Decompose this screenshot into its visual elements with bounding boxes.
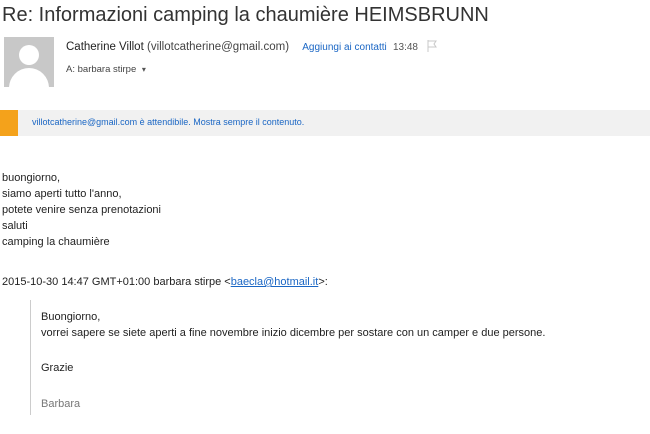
email-body: buongiorno, siamo aperti tutto l'anno, p… bbox=[2, 170, 161, 250]
quoted-message: Buongiorno, vorrei sapere se siete apert… bbox=[30, 300, 631, 415]
recipient-name[interactable]: barbara stirpe bbox=[78, 64, 137, 75]
flag-icon[interactable] bbox=[427, 40, 438, 52]
quote-header: 2015-10-30 14:47 GMT+01:00 barbara stirp… bbox=[2, 276, 328, 288]
sender-name[interactable]: Catherine Villot bbox=[66, 41, 144, 53]
chevron-down-icon[interactable]: ▾ bbox=[142, 65, 146, 74]
avatar-body-shape bbox=[9, 68, 49, 87]
add-contact-link[interactable]: Aggiungi ai contatti bbox=[302, 42, 387, 53]
sender-avatar bbox=[4, 37, 54, 87]
quoted-sender-email-link[interactable]: baecla@hotmail.it bbox=[231, 276, 319, 288]
email-subject: Re: Informazioni camping la chaumière HE… bbox=[2, 4, 489, 26]
recipient-row: A: barbara stirpe ▾ bbox=[66, 64, 146, 75]
body-line: saluti bbox=[2, 220, 28, 232]
trusted-sender-banner: villotcatherine@gmail.com è attendibile.… bbox=[0, 110, 650, 136]
quote-thanks: Grazie bbox=[41, 362, 74, 374]
body-line: siamo aperti tutto l'anno, bbox=[2, 188, 122, 200]
to-label: A: bbox=[66, 64, 75, 75]
quote-header-prefix: 2015-10-30 14:47 GMT+01:00 barbara stirp… bbox=[2, 276, 231, 288]
sender-row: Catherine Villot (villotcatherine@gmail.… bbox=[66, 40, 438, 53]
avatar-head-shape bbox=[19, 45, 39, 65]
quote-greeting: Buongiorno, bbox=[41, 311, 101, 323]
quote-header-suffix: >: bbox=[318, 276, 328, 288]
trusted-sender-link[interactable]: villotcatherine@gmail.com è attendibile.… bbox=[32, 117, 304, 127]
banner-accent-bar bbox=[0, 110, 18, 136]
body-line: camping la chaumière bbox=[2, 236, 110, 248]
body-line: buongiorno, bbox=[2, 172, 61, 184]
body-line: potete venire senza prenotazioni bbox=[2, 204, 161, 216]
quote-signature: Barbara bbox=[41, 398, 81, 410]
quote-text: vorrei sapere se siete aperti a fine nov… bbox=[41, 327, 546, 339]
sender-email: (villotcatherine@gmail.com) bbox=[146, 41, 290, 53]
email-time: 13:48 bbox=[392, 42, 418, 53]
